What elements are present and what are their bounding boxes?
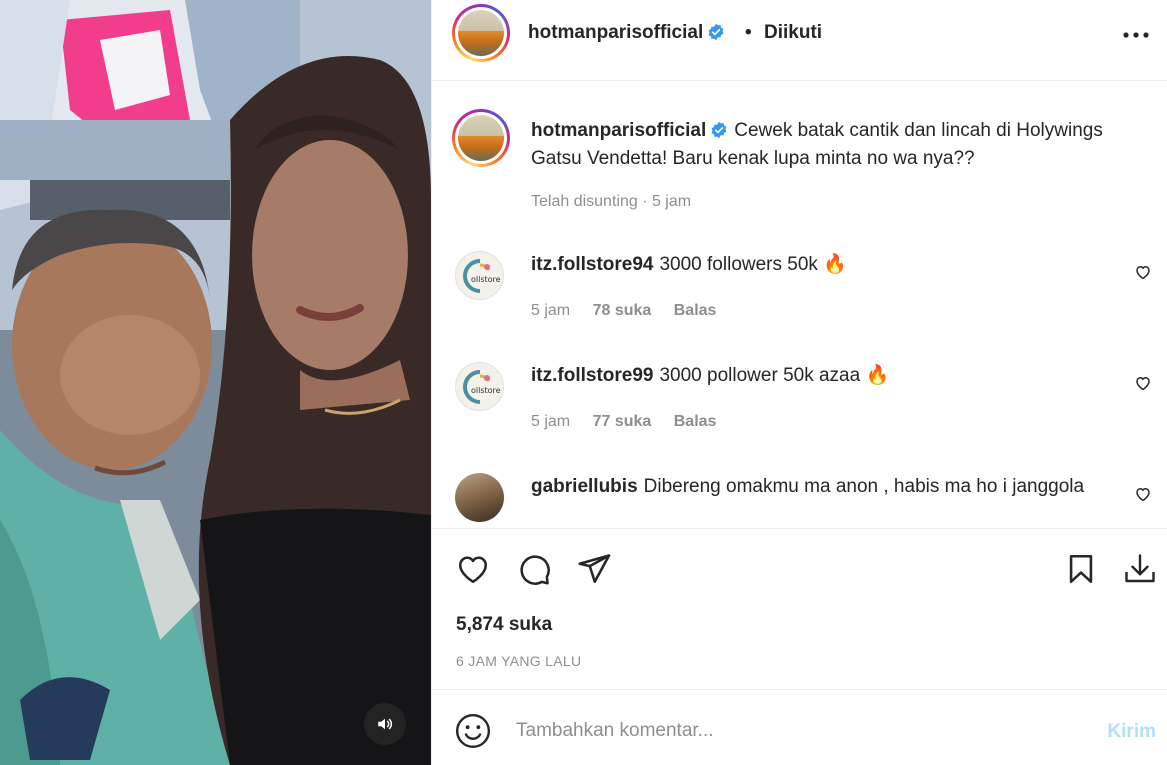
follstore-logo-icon: ollstore — [462, 369, 501, 404]
comment-bubble-icon — [520, 555, 550, 585]
post-header: hotmanparisofficial • Diikuti — [432, 0, 1167, 81]
heart-icon — [458, 556, 488, 584]
comment-likes[interactable]: 78 suka — [593, 302, 652, 319]
fire-emoji: 🔥 — [823, 254, 847, 275]
svg-text:ollstore: ollstore — [471, 386, 501, 395]
send-comment-button[interactable]: Kirim — [1107, 721, 1156, 743]
download-icon — [1125, 554, 1155, 583]
caption-username[interactable]: hotmanparisofficial — [531, 120, 728, 141]
more-options-button[interactable] — [1120, 22, 1152, 48]
paper-plane-icon — [578, 554, 611, 584]
comment-time[interactable]: 5 jam — [531, 413, 570, 430]
caption-meta: Telah disunting · 5 jam — [531, 193, 692, 210]
comment-body: 3000 pollower 50k azaa — [659, 365, 861, 386]
post-media[interactable] — [0, 0, 431, 765]
comments-list[interactable]: hotmanparisofficial Cewek batak cantik d… — [432, 81, 1167, 528]
commenter-avatar[interactable] — [455, 473, 504, 522]
comment-body: 3000 followers 50k — [659, 254, 818, 275]
author-avatar[interactable] — [452, 4, 510, 62]
comment-like-heart-icon[interactable] — [1134, 485, 1152, 503]
post-video-frame — [0, 0, 431, 765]
smiley-icon[interactable] — [454, 712, 492, 750]
post-actions: 5,874 suka 6 JAM YANG LALU — [432, 528, 1167, 690]
comment-text: itz.follstore94 3000 followers 50k 🔥 — [531, 251, 1111, 278]
comment-likes[interactable]: 77 suka — [593, 413, 652, 430]
header-separator: • — [745, 22, 752, 43]
comment-username[interactable]: gabriellubis — [531, 476, 638, 497]
save-button[interactable] — [1061, 549, 1101, 589]
comment-text: gabriellubis Dibereng omakmu ma anon , ha… — [531, 473, 1111, 500]
reply-button[interactable]: Balas — [674, 413, 717, 430]
share-button[interactable] — [574, 549, 614, 589]
bookmark-icon — [1069, 554, 1093, 584]
comment-like-heart-icon[interactable] — [1134, 263, 1152, 281]
post-caption: hotmanparisofficial Cewek batak cantik d… — [531, 117, 1157, 173]
commenter-avatar[interactable]: ollstore — [455, 251, 504, 300]
comment-item: ollstore itz.follstore99 3000 pollower 50… — [432, 362, 1167, 462]
comment-username[interactable]: itz.follstore94 — [531, 254, 653, 275]
comment-text: itz.follstore99 3000 pollower 50k azaa 🔥 — [531, 362, 1111, 389]
comment-time[interactable]: 5 jam — [531, 302, 570, 319]
verified-badge-icon — [711, 121, 727, 139]
comment-button[interactable] — [514, 549, 554, 589]
svg-text:ollstore: ollstore — [471, 275, 501, 284]
likes-count[interactable]: 5,874 suka — [456, 614, 552, 636]
comment-body: Dibereng omakmu ma anon , habis ma ho i … — [643, 476, 1085, 497]
more-horizontal-icon — [1123, 32, 1149, 38]
verified-badge-icon — [708, 23, 724, 41]
reply-button[interactable]: Balas — [674, 302, 717, 319]
comment-username[interactable]: itz.follstore99 — [531, 365, 653, 386]
mute-toggle-button[interactable] — [364, 703, 406, 745]
commenter-avatar[interactable]: ollstore — [455, 362, 504, 411]
author-username[interactable]: hotmanparisofficial — [528, 22, 725, 44]
comment-input[interactable] — [516, 712, 1076, 750]
comment-item: ollstore itz.follstore94 3000 followers 5… — [432, 251, 1167, 351]
download-button[interactable] — [1120, 549, 1160, 589]
speaker-icon — [378, 718, 393, 730]
comment-like-heart-icon[interactable] — [1134, 374, 1152, 392]
caption-author-avatar[interactable] — [452, 109, 510, 167]
post-side-panel: hotmanparisofficial • Diikuti hotmanpari… — [431, 0, 1167, 765]
comment-meta: 5 jam 77 suka Balas — [531, 413, 734, 431]
comment-meta: 5 jam 78 suka Balas — [531, 302, 734, 320]
follstore-logo-icon: ollstore — [462, 258, 501, 293]
like-button[interactable] — [453, 549, 493, 589]
comment-item: gabriellubis Dibereng omakmu ma anon , ha… — [432, 473, 1167, 528]
comment-composer: Kirim — [432, 690, 1167, 765]
post-timestamp: 6 JAM YANG LALU — [456, 653, 582, 669]
fire-emoji: 🔥 — [865, 365, 890, 386]
following-button[interactable]: Diikuti — [764, 22, 822, 44]
